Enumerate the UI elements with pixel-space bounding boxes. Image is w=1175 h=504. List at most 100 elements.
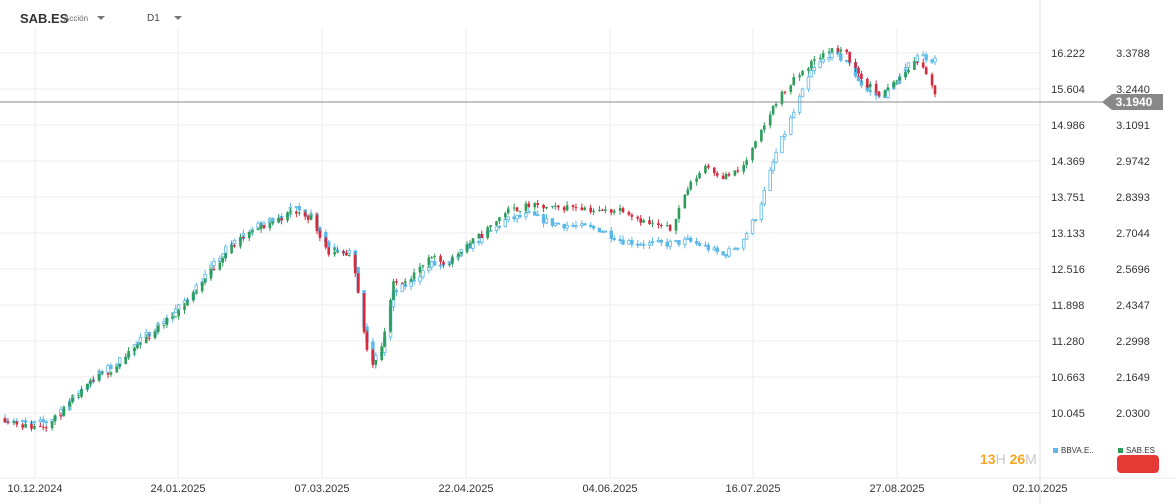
x-tick-label: 22.04.2025	[438, 483, 493, 495]
overlay-candle	[630, 240, 634, 245]
overlay-candle	[612, 238, 616, 240]
overlay-candle	[176, 304, 181, 310]
candle-body	[374, 360, 378, 365]
overlay-candle	[44, 421, 48, 424]
candle-body	[133, 348, 136, 352]
candle-body	[854, 62, 857, 68]
candle-body	[542, 204, 545, 209]
overlay-candle	[438, 264, 443, 267]
candle-body	[533, 203, 537, 208]
candle-body	[62, 406, 66, 417]
candle-body	[242, 237, 245, 239]
y-left-tick-label: 11.898	[1052, 300, 1085, 312]
candle-body	[247, 231, 251, 238]
candle-body	[636, 216, 640, 219]
overlay-candle	[432, 261, 437, 266]
candle-body	[15, 421, 19, 425]
overlay-candle	[721, 251, 725, 256]
candle-body	[33, 426, 36, 429]
candle-body	[433, 256, 436, 258]
x-tick-label: 04.06.2025	[582, 483, 637, 495]
overlay-candle	[930, 59, 934, 63]
candle-body	[127, 351, 130, 357]
candle-body	[353, 254, 357, 274]
candle-body	[524, 203, 528, 211]
candle-body	[218, 262, 222, 270]
candle-body	[674, 218, 678, 231]
overlay-candle	[665, 241, 669, 247]
overlay-candle	[600, 231, 605, 234]
candle-body	[298, 212, 301, 214]
overlay-candle	[868, 90, 872, 93]
candle-body	[839, 49, 843, 52]
overlay-candle	[809, 70, 814, 78]
overlay-candle	[683, 238, 687, 245]
candle-body	[489, 225, 492, 228]
overlay-candle	[812, 67, 817, 71]
candle-body	[24, 423, 27, 428]
overlay-candle	[173, 308, 178, 314]
overlay-candle	[212, 260, 216, 266]
overlay-candle	[694, 240, 699, 244]
candle-body	[556, 205, 560, 208]
candle-body	[724, 173, 728, 179]
overlay-candle	[768, 169, 772, 191]
candle-body	[106, 373, 110, 375]
candle-body	[665, 225, 669, 227]
candle-body	[736, 170, 740, 172]
current-price-label: 3.1940	[1116, 95, 1153, 109]
candle-body	[371, 349, 375, 365]
candle-body	[80, 389, 83, 397]
candle-body	[136, 344, 139, 349]
candle-body	[306, 216, 310, 220]
y-right-tick-label: 2.9742	[1116, 156, 1150, 168]
sell-button[interactable]	[1117, 455, 1159, 473]
candle-body	[648, 220, 651, 225]
overlay-candle	[418, 276, 422, 282]
candle-body	[821, 52, 825, 58]
candle-body	[895, 80, 899, 82]
x-tick-label: 24.01.2025	[150, 483, 205, 495]
overlay-candle	[789, 117, 793, 135]
candle-body	[86, 383, 89, 390]
y-left-tick-label: 15.604	[1051, 84, 1085, 96]
candle-body	[77, 396, 80, 398]
overlay-candle	[762, 190, 767, 205]
candle-body	[683, 194, 687, 209]
overlay-candle	[421, 270, 425, 278]
overlay-candle	[736, 247, 740, 250]
overlay-candle	[677, 240, 681, 245]
candle-body	[3, 418, 7, 423]
candle-body	[580, 207, 584, 211]
candle-body	[554, 205, 557, 207]
y-right-tick-label: 3.1091	[1116, 120, 1150, 132]
candle-body	[280, 218, 283, 221]
y-left-tick-label: 13.751	[1051, 192, 1085, 204]
y-right-tick-label: 2.7044	[1116, 228, 1150, 240]
candle-body	[468, 242, 472, 245]
candle-body	[456, 253, 460, 257]
candle-body	[12, 421, 16, 423]
candle-body	[721, 175, 725, 179]
overlay-candle	[162, 321, 166, 325]
overlay-candle	[609, 230, 613, 239]
overlay-candle	[921, 54, 925, 57]
candle-body	[904, 72, 907, 78]
candle-body	[144, 337, 148, 343]
candle-body	[277, 218, 281, 223]
legend-item-bbva: BBVA.E..	[1053, 446, 1094, 455]
candle-body	[639, 218, 642, 223]
y-left-tick-label: 14.986	[1051, 120, 1085, 132]
candle-body	[877, 91, 881, 96]
candle-body	[727, 173, 731, 176]
candle-body	[212, 268, 216, 270]
candle-body	[506, 208, 510, 214]
candle-body	[109, 372, 113, 375]
x-tick-label: 10.12.2024	[7, 483, 62, 495]
overlay-candle	[535, 214, 540, 217]
candle-body	[813, 59, 816, 61]
candle-body	[365, 332, 369, 350]
candle-body	[801, 70, 804, 76]
candle-body	[883, 90, 887, 96]
price-chart[interactable]: 10.045 10.663 11.280 11.898 12.516 13.133 13.7…	[0, 0, 1175, 504]
